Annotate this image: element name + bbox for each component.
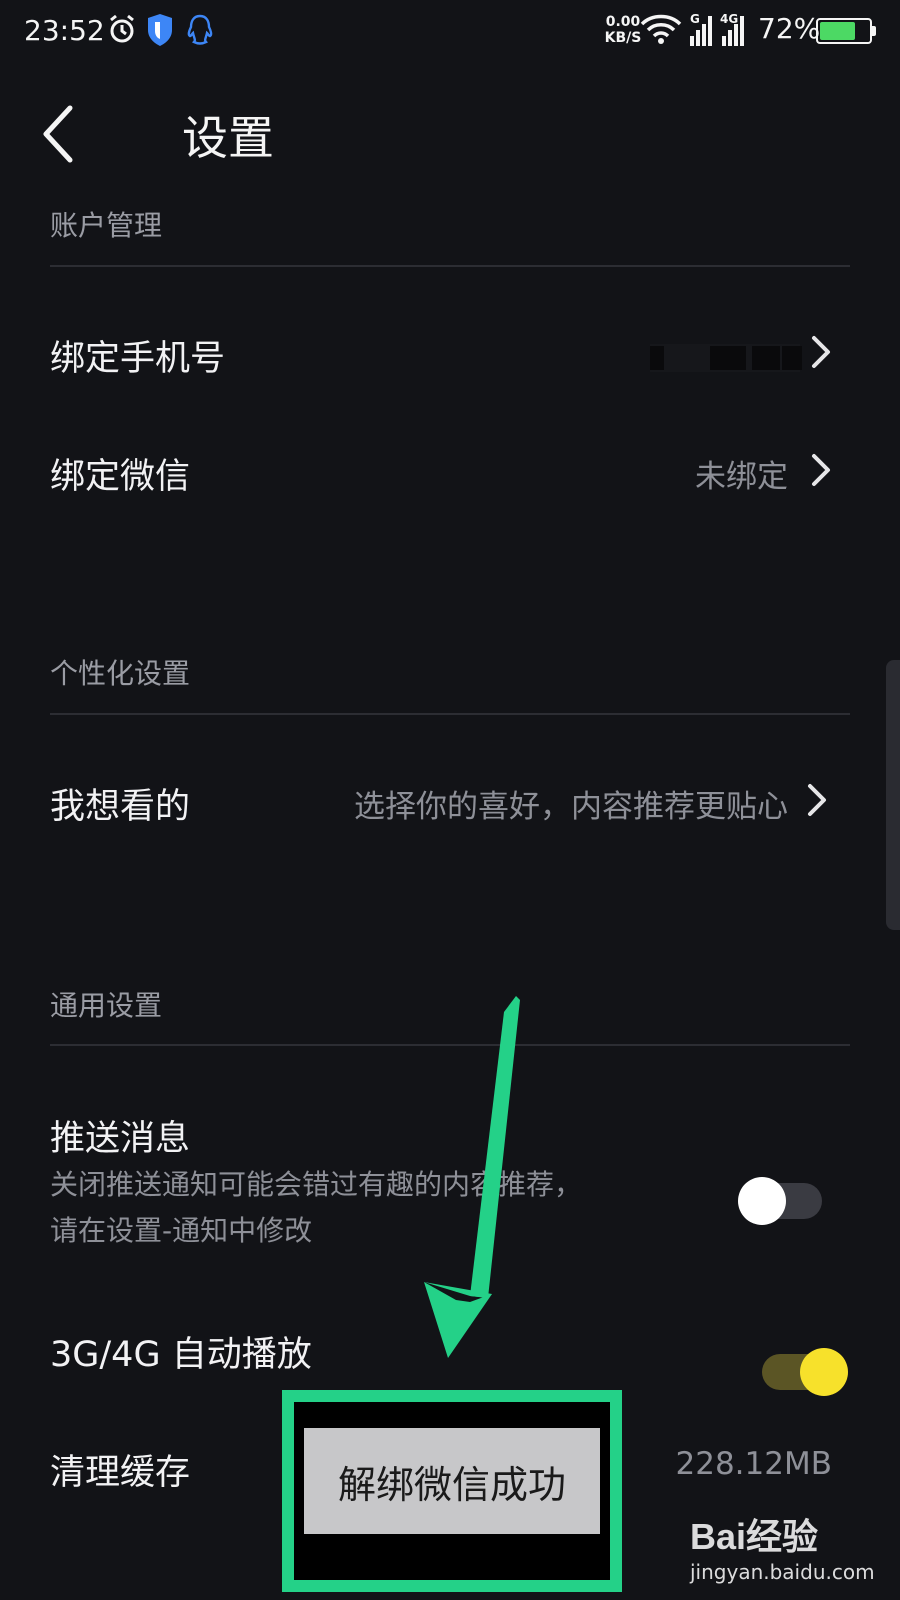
wifi-icon — [640, 14, 682, 44]
masked-phone-number — [650, 344, 802, 372]
divider — [50, 265, 850, 267]
signal-2-icon — [722, 16, 744, 46]
push-notification-label: 推送消息 — [50, 1119, 191, 1159]
bind-wechat-label: 绑定微信 — [50, 457, 191, 497]
section-title-general: 通用设置 — [50, 989, 163, 1022]
push-notification-desc: 关闭推送通知可能会错过有趣的内容推荐， 请在设置-通知中修改 — [50, 1162, 582, 1254]
side-panel-handle[interactable] — [886, 660, 900, 930]
autoplay-label: 3G/4G 自动播放 — [50, 1335, 312, 1375]
section-title-account: 账户管理 — [50, 209, 163, 242]
battery-icon — [816, 18, 876, 44]
push-desc-line1: 关闭推送通知可能会错过有趣的内容推荐， — [50, 1168, 583, 1201]
autoplay-toggle[interactable] — [762, 1348, 848, 1396]
cache-size: 228.12MB — [675, 1446, 832, 1482]
divider — [50, 713, 850, 715]
status-time: 23:52 — [24, 14, 105, 47]
watermark-brand: Bai经验 — [690, 1516, 819, 1557]
clear-cache-label: 清理缓存 — [50, 1453, 191, 1493]
qq-icon — [187, 14, 213, 45]
push-desc-line2: 请在设置-通知中修改 — [50, 1214, 313, 1247]
page-title: 设置 — [182, 111, 274, 165]
signal-1-icon — [690, 16, 712, 46]
toast-message: 解绑微信成功 — [304, 1428, 600, 1534]
toggle-knob — [738, 1177, 786, 1225]
divider — [50, 1044, 850, 1046]
preference-label: 我想看的 — [50, 787, 191, 827]
section-title-personal: 个性化设置 — [50, 657, 191, 690]
battery-percent: 72% — [758, 12, 821, 45]
chevron-right-icon — [808, 784, 826, 816]
watermark-url: jingyan.baidu.com — [690, 1560, 875, 1584]
back-arrow-icon[interactable] — [38, 104, 88, 164]
wechat-bind-status: 未绑定 — [695, 459, 788, 495]
preference-hint: 选择你的喜好，内容推荐更贴心 — [354, 789, 788, 825]
shield-icon — [148, 14, 172, 46]
bind-phone-label: 绑定手机号 — [50, 339, 226, 379]
status-bar: 23:52 0.00 KB/S G 4G 72% — [0, 0, 900, 66]
annotation-highlight-box: 解绑微信成功 — [282, 1390, 622, 1592]
chevron-right-icon — [812, 454, 830, 486]
alarm-icon — [110, 14, 134, 43]
chevron-right-icon — [812, 336, 830, 368]
push-notification-toggle[interactable] — [738, 1177, 822, 1225]
toggle-knob — [800, 1348, 848, 1396]
baidu-jingyan-watermark: Bai经验 jingyan.baidu.com — [690, 1508, 875, 1584]
